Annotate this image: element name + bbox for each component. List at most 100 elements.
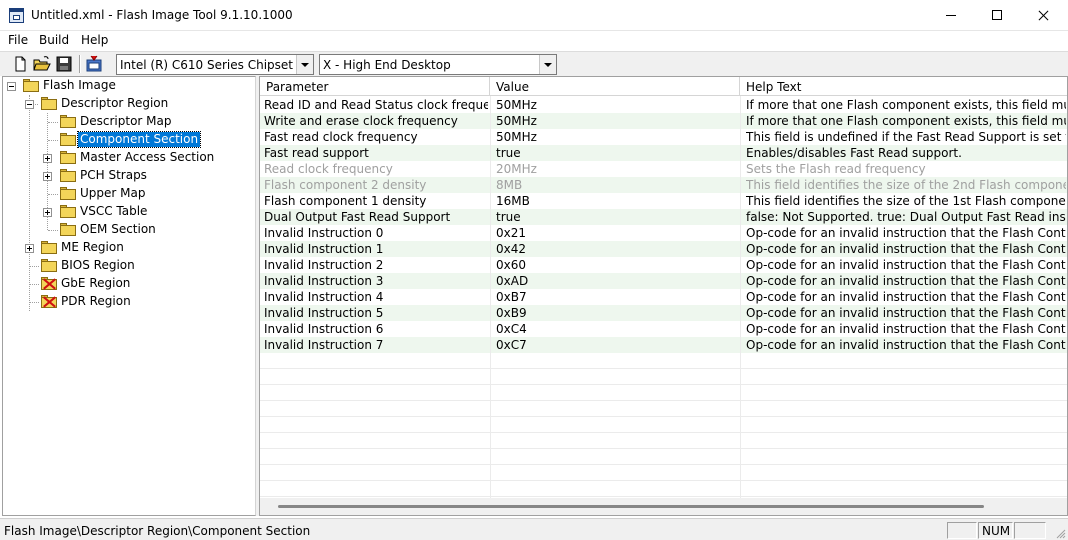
cell-value: 0xC4 <box>496 322 527 336</box>
cell-help-text: This field identifies the size of the 2n… <box>746 178 1066 192</box>
window-title: Untitled.xml - Flash Image Tool 9.1.10.1… <box>31 8 293 22</box>
cell-value: 20MHz <box>496 162 537 176</box>
open-folder-icon <box>23 79 39 92</box>
cell-parameter: Read clock frequency <box>264 162 393 176</box>
empty-row <box>260 401 1067 417</box>
tree-label: Master Access Section <box>80 150 215 164</box>
cell-parameter: Fast read clock frequency <box>264 130 418 144</box>
table-row[interactable]: Invalid Instruction 6 0xC4 Op-code for an … <box>260 321 1067 337</box>
minimize-button[interactable] <box>928 0 974 31</box>
chevron-down-icon[interactable] <box>539 55 556 74</box>
table-row[interactable]: Invalid Instruction 1 0x42 Op-code for an … <box>260 241 1067 257</box>
list-header: Parameter Value Help Text <box>260 77 1067 96</box>
cell-parameter: Invalid Instruction 4 <box>264 290 384 304</box>
table-row[interactable]: Fast read clock frequency 50MHz This field… <box>260 129 1067 145</box>
table-row[interactable]: Invalid Instruction 0 0x21 Op-code for an … <box>260 225 1067 241</box>
horizontal-scrollbar[interactable] <box>260 498 1067 515</box>
app-icon[interactable] <box>9 8 24 23</box>
folder-icon <box>60 133 76 146</box>
toolbar: Intel (R) C610 Series Chipset X - High E… <box>0 51 1068 76</box>
chipset-select[interactable]: Intel (R) C610 Series Chipset <box>116 54 314 75</box>
scrollbar-thumb[interactable] <box>278 505 984 508</box>
table-row[interactable]: Flash component 2 density 8MB This field i… <box>260 177 1067 193</box>
table-row[interactable]: Invalid Instruction 7 0xC7 Op-code for an … <box>260 337 1067 353</box>
title-bar: Untitled.xml - Flash Image Tool 9.1.10.1… <box>0 0 1068 31</box>
tree-label: PDR Region <box>61 294 131 308</box>
cell-parameter: Invalid Instruction 7 <box>264 338 384 352</box>
save-button[interactable] <box>55 55 73 73</box>
folder-icon <box>41 241 57 254</box>
build-image-button[interactable] <box>85 55 103 73</box>
menu-file[interactable]: File <box>8 33 28 47</box>
expand-icon[interactable] <box>43 172 52 181</box>
folder-icon <box>41 259 57 272</box>
column-header-help-text[interactable]: Help Text <box>740 77 1067 96</box>
empty-row <box>260 369 1067 385</box>
cell-parameter: Fast read support <box>264 146 369 160</box>
status-num-indicator: NUM <box>978 522 1013 539</box>
cell-parameter: Flash component 2 density <box>264 178 427 192</box>
table-row[interactable]: Fast read support true Enables/disables Fa… <box>260 145 1067 161</box>
maximize-button[interactable] <box>974 0 1020 31</box>
cell-parameter: Invalid Instruction 5 <box>264 306 384 320</box>
cell-help-text: Op-code for an invalid instruction that … <box>746 242 1066 256</box>
minimize-icon <box>946 15 956 16</box>
cell-value: 0xB7 <box>496 290 527 304</box>
folder-icon <box>60 223 76 236</box>
cell-help-text: Op-code for an invalid instruction that … <box>746 290 1066 304</box>
expand-icon[interactable] <box>25 244 34 253</box>
table-row[interactable]: Invalid Instruction 4 0xB7 Op-code for an … <box>260 289 1067 305</box>
menu-help[interactable]: Help <box>81 33 108 47</box>
tree-view[interactable]: Flash Image Descriptor Region Descriptor… <box>2 76 256 516</box>
table-row[interactable]: Write and erase clock frequency 50MHz If m… <box>260 113 1067 129</box>
table-row[interactable]: Flash component 1 density 16MB This field … <box>260 193 1067 209</box>
cell-help-text: false: Not Supported. true: Dual Output … <box>746 210 1066 224</box>
table-row[interactable]: Read clock frequency 20MHz Sets the Flash … <box>260 161 1067 177</box>
status-pane <box>1014 522 1046 539</box>
maximize-icon <box>992 10 1002 20</box>
disabled-folder-icon <box>41 277 57 290</box>
tree-label: Upper Map <box>80 186 146 200</box>
chipset-value: Intel (R) C610 Series Chipset <box>120 58 293 72</box>
empty-row <box>260 449 1067 465</box>
table-row[interactable]: Read ID and Read Status clock frequency 5… <box>260 97 1067 113</box>
column-header-parameter[interactable]: Parameter <box>260 77 490 96</box>
table-row[interactable]: Invalid Instruction 3 0xAD Op-code for an … <box>260 273 1067 289</box>
open-folder-icon <box>41 97 57 110</box>
chevron-down-icon[interactable] <box>296 55 313 74</box>
column-header-value[interactable]: Value <box>490 77 740 96</box>
cell-help-text: Sets the Flash read frequency <box>746 162 926 176</box>
close-button[interactable] <box>1020 0 1066 31</box>
status-bar: Flash Image\Descriptor Region\Component … <box>0 518 1068 540</box>
platform-select[interactable]: X - High End Desktop <box>319 54 557 75</box>
collapse-icon[interactable] <box>7 82 16 91</box>
new-file-button[interactable] <box>11 55 29 73</box>
tree-label: ME Region <box>61 240 124 254</box>
folder-icon <box>60 169 76 182</box>
table-row[interactable]: Invalid Instruction 5 0xB9 Op-code for an … <box>260 305 1067 321</box>
expand-icon[interactable] <box>43 154 52 163</box>
empty-row <box>260 385 1067 401</box>
cell-help-text: This field identifies the size of the 1s… <box>746 194 1066 208</box>
cell-value: 16MB <box>496 194 530 208</box>
resize-grip-icon[interactable] <box>1056 529 1066 539</box>
empty-row <box>260 417 1067 433</box>
folder-icon <box>60 205 76 218</box>
cell-value: true <box>496 210 521 224</box>
cell-help-text: If more that one Flash component exists,… <box>746 98 1066 112</box>
cell-parameter: Read ID and Read Status clock frequency <box>264 98 488 112</box>
folder-icon <box>60 151 76 164</box>
collapse-icon[interactable] <box>25 100 34 109</box>
parameter-list: Parameter Value Help Text Read ID and Re… <box>259 76 1068 516</box>
build-icon <box>86 55 102 72</box>
expand-icon[interactable] <box>43 208 52 217</box>
open-file-button[interactable] <box>33 55 51 73</box>
table-row[interactable]: Invalid Instruction 2 0x60 Op-code for an … <box>260 257 1067 273</box>
new-file-icon <box>15 56 26 72</box>
table-row[interactable]: Dual Output Fast Read Support true false: … <box>260 209 1067 225</box>
cell-value: 0xC7 <box>496 338 527 352</box>
cell-parameter: Invalid Instruction 1 <box>264 242 384 256</box>
tree-label: PCH Straps <box>80 168 147 182</box>
cell-value: 0xAD <box>496 274 529 288</box>
menu-build[interactable]: Build <box>39 33 69 47</box>
